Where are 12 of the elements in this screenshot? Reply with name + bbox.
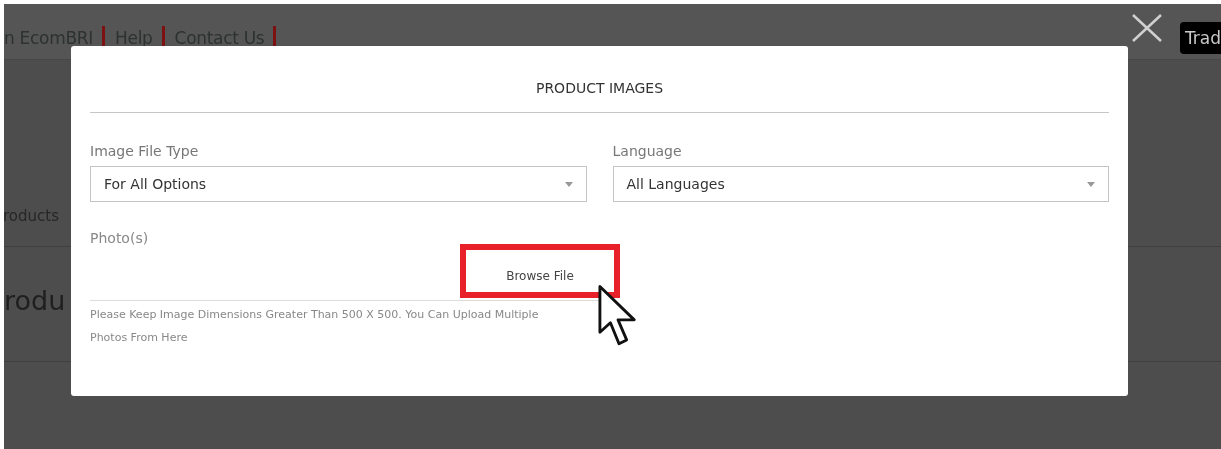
trade-badge[interactable]: Trad <box>1179 22 1221 54</box>
caret-icon <box>564 181 573 187</box>
caret-icon <box>1087 181 1095 187</box>
field-label: Image File Type <box>90 142 200 160</box>
dropdown[interactable]: For All Options <box>90 166 587 202</box>
browse-file-button[interactable]: Browse File <box>460 244 620 298</box>
field-label: Photo(s) <box>90 229 149 247</box>
help-text: Please Keep Image Dimensions Greater Than 500 X 500. You Can Upload Multiple Photos From Here <box>90 307 540 346</box>
modal-title: PRODUCT IMAGES <box>90 46 1109 113</box>
close-icon[interactable] <box>1132 14 1162 42</box>
field-label: Language <box>612 142 683 160</box>
dropdown[interactable]: All Languages <box>612 166 1109 202</box>
